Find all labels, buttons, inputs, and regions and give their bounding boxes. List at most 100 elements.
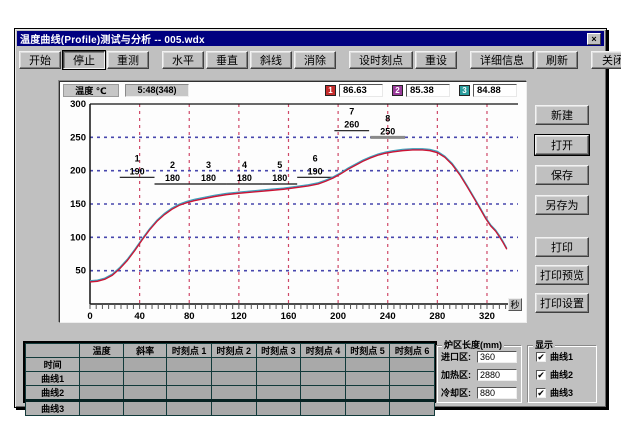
- furnace-length-input[interactable]: [477, 387, 517, 399]
- zone-number-label: 1: [135, 153, 140, 163]
- toolbar: 开始停止重测水平垂直斜线消除设时刻点重设详细信息刷新关闭: [19, 48, 602, 72]
- table-cell: [256, 358, 301, 372]
- furnace-length-input[interactable]: [477, 351, 517, 363]
- toolbar-button-重设[interactable]: 重设: [415, 51, 457, 69]
- toolbar-button-停止[interactable]: 停止: [63, 51, 105, 69]
- table-cell: [80, 401, 124, 416]
- side-button-新建[interactable]: 新建: [535, 105, 589, 125]
- table-cell: [211, 386, 256, 401]
- channel-color-icon: 1: [325, 85, 336, 96]
- toolbar-button-斜线[interactable]: 斜线: [250, 51, 292, 69]
- svg-text:40: 40: [134, 311, 145, 322]
- display-panel: 显示 ✔曲线1✔曲线2✔曲线3: [527, 345, 597, 403]
- furnace-field-label: 加热区:: [441, 368, 477, 381]
- side-button-打印[interactable]: 打印: [535, 237, 589, 257]
- checkbox-icon[interactable]: ✔: [536, 370, 546, 380]
- oven-zone-annotations: 11902180318041805180619072608250: [120, 107, 405, 184]
- table-cell: [123, 372, 167, 386]
- column-header: 温度: [80, 344, 124, 358]
- toolbar-button-设时刻点[interactable]: 设时刻点: [349, 51, 413, 69]
- toolbar-button-详细信息[interactable]: 详细信息: [470, 51, 534, 69]
- zone-temperature-label: 180: [165, 173, 180, 183]
- x-axis-unit-badge: 秒: [508, 298, 522, 311]
- table-cell: [80, 358, 124, 372]
- title-bar[interactable]: 温度曲线(Profile)测试与分析 -- 005.wdx ×: [17, 31, 604, 46]
- zone-number-label: 7: [349, 107, 354, 117]
- horizontal-gridlines: [90, 137, 518, 270]
- column-header: 时刻点 6: [390, 344, 435, 358]
- table-cell: [390, 358, 435, 372]
- table-cell: [345, 372, 390, 386]
- column-header: 时刻点 4: [301, 344, 346, 358]
- column-header: 时刻点 3: [256, 344, 301, 358]
- zone-temperature-label: 190: [308, 166, 323, 176]
- table-cell: [301, 401, 346, 416]
- svg-text:120: 120: [231, 311, 247, 322]
- display-panel-title: 显示: [533, 340, 555, 350]
- furnace-field-label: 冷却区:: [441, 386, 477, 399]
- table-cell: [390, 401, 435, 416]
- toolbar-button-刷新[interactable]: 刷新: [536, 51, 578, 69]
- zone-temperature-label: 180: [237, 173, 252, 183]
- y-axis-unit-label: 温度 ℃: [63, 84, 119, 97]
- channel-temperature-value: 86.63: [339, 84, 383, 97]
- table-cell: [345, 401, 390, 416]
- curve-曲线2: [90, 150, 507, 282]
- svg-text:50: 50: [75, 266, 86, 277]
- table-cell: [256, 401, 301, 416]
- svg-text:80: 80: [184, 311, 195, 322]
- toolbar-button-重测[interactable]: 重测: [107, 51, 149, 69]
- zone-number-label: 5: [277, 160, 282, 170]
- channel-readout-1: 186.63: [325, 84, 383, 97]
- profile-chart[interactable]: 0408012016020024028032050100150200250300…: [60, 98, 528, 324]
- table-cell: [167, 372, 212, 386]
- chart-panel: 温度 ℃ 5:48(348) 186.63285.38384.88 0 40 80 1…: [59, 81, 527, 323]
- svg-text:100: 100: [70, 232, 86, 243]
- table-cell: [256, 386, 301, 401]
- svg-text:0: 0: [87, 311, 92, 322]
- toolbar-button-消除[interactable]: 消除: [294, 51, 336, 69]
- side-button-打印预览[interactable]: 打印预览: [535, 265, 589, 285]
- column-header: 时刻点 2: [211, 344, 256, 358]
- checkbox-icon[interactable]: ✔: [536, 352, 546, 362]
- cursor-time-readout: 5:48(348): [125, 84, 189, 97]
- side-button-另存为[interactable]: 另存为: [535, 195, 589, 215]
- checkbox-label: 曲线2: [550, 368, 573, 381]
- channel-color-icon: 3: [459, 85, 470, 96]
- table-cell: [211, 401, 256, 416]
- table-cell: [123, 401, 167, 416]
- table-cell: [167, 386, 212, 401]
- side-button-保存[interactable]: 保存: [535, 165, 589, 185]
- table-cell: [256, 372, 301, 386]
- temperature-curves: [90, 149, 507, 282]
- checkbox-label: 曲线1: [550, 350, 573, 363]
- checkbox-icon[interactable]: ✔: [536, 388, 546, 398]
- curve-曲线3: [90, 149, 507, 281]
- table-cell: [211, 372, 256, 386]
- furnace-length-input[interactable]: [477, 369, 517, 381]
- toolbar-button-水平[interactable]: 水平: [162, 51, 204, 69]
- svg-text:280: 280: [429, 311, 445, 322]
- table-cell: [390, 372, 435, 386]
- toolbar-button-开始[interactable]: 开始: [19, 51, 61, 69]
- close-icon[interactable]: ×: [587, 33, 601, 45]
- toolbar-button-close[interactable]: 关闭: [591, 51, 621, 69]
- zone-number-label: 8: [385, 113, 390, 123]
- temperature-readouts: 186.63285.38384.88: [325, 84, 526, 97]
- svg-text:150: 150: [70, 199, 86, 210]
- table-cell: [167, 401, 212, 416]
- row-label: 曲线2: [26, 386, 80, 401]
- table-cell: [390, 386, 435, 401]
- toolbar-button-垂直[interactable]: 垂直: [206, 51, 248, 69]
- curve-visibility-row: ✔ 曲线1: [536, 349, 596, 364]
- zone-temperature-label: 180: [201, 173, 216, 183]
- svg-text:200: 200: [330, 311, 346, 322]
- side-button-打印设置[interactable]: 打印设置: [535, 293, 589, 313]
- table-cell: [301, 358, 346, 372]
- y-axis-labels: 50100150200250300: [70, 99, 86, 277]
- furnace-field-row: 进口区:: [441, 349, 518, 364]
- side-button-打开[interactable]: 打开: [535, 135, 589, 155]
- zone-temperature-label: 190: [130, 166, 145, 176]
- table-cell: [301, 372, 346, 386]
- svg-text:250: 250: [70, 132, 86, 143]
